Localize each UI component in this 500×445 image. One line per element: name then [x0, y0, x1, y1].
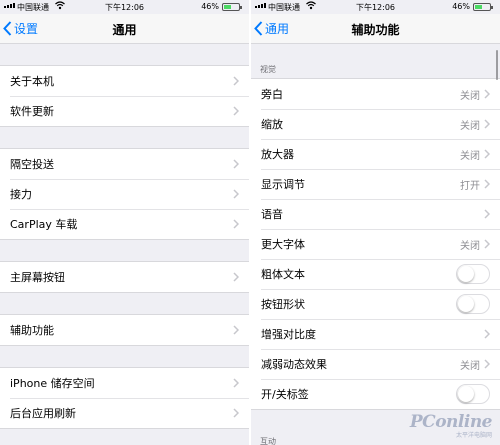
chevron-right-icon — [233, 219, 239, 229]
row-on-off-labels: 开/关标签 — [251, 379, 500, 409]
chevron-right-icon — [484, 329, 490, 339]
row-label: 主屏幕按钮 — [10, 271, 65, 284]
chevron-right-icon — [233, 408, 239, 418]
chevron-right-icon — [233, 325, 239, 335]
row-magnifier[interactable]: 放大器 关闭 — [251, 139, 500, 169]
chevron-right-icon — [484, 119, 490, 129]
row-label: 隔空投送 — [10, 158, 54, 171]
row-value: 关闭 — [460, 360, 480, 372]
status-bar: 中国联通 下午12:06 46% — [251, 0, 500, 14]
row-label: 关于本机 — [10, 75, 54, 88]
row-label: 辅助功能 — [10, 324, 54, 337]
row-value: 打开 — [460, 180, 480, 192]
row-speech[interactable]: 语音 — [251, 199, 500, 229]
chevron-right-icon — [484, 149, 490, 159]
row-label: 粗体文本 — [261, 268, 305, 281]
battery-percent: 46% — [201, 2, 219, 11]
button-shapes-toggle[interactable] — [456, 294, 490, 314]
chevron-right-icon — [233, 159, 239, 169]
row-software-update[interactable]: 软件更新 — [0, 96, 249, 126]
row-increase-contrast[interactable]: 增强对比度 — [251, 319, 500, 349]
chevron-right-icon — [233, 76, 239, 86]
page-title: 通用 — [112, 23, 137, 37]
settings-group-storage: iPhone 储存空间 后台应用刷新 — [0, 367, 249, 429]
row-label: iPhone 储存空间 — [10, 377, 95, 390]
row-label: 更大字体 — [261, 238, 305, 251]
toggle-knob — [458, 296, 474, 312]
row-label: 旁白 — [261, 88, 283, 101]
row-value: 关闭 — [460, 240, 480, 252]
row-larger-text[interactable]: 更大字体 关闭 — [251, 229, 500, 259]
row-label: 放大器 — [261, 148, 294, 161]
row-zoom[interactable]: 缩放 关闭 — [251, 109, 500, 139]
chevron-right-icon — [233, 378, 239, 388]
row-bold-text: 粗体文本 — [251, 259, 500, 289]
chevron-right-icon — [484, 179, 490, 189]
row-label: 按钮形状 — [261, 298, 305, 311]
row-home-button[interactable]: 主屏幕按钮 — [0, 262, 249, 292]
row-label: 接力 — [10, 188, 32, 201]
chevron-right-icon — [233, 272, 239, 282]
row-value: 关闭 — [460, 90, 480, 102]
row-accessibility[interactable]: 辅助功能 — [0, 315, 249, 345]
nav-bar: 设置 通用 — [0, 14, 249, 44]
row-voiceover[interactable]: 旁白 关闭 — [251, 79, 500, 109]
row-background-refresh[interactable]: 后台应用刷新 — [0, 398, 249, 428]
row-iphone-storage[interactable]: iPhone 储存空间 — [0, 368, 249, 398]
row-display-accommodations[interactable]: 显示调节 打开 — [251, 169, 500, 199]
row-about[interactable]: 关于本机 — [0, 66, 249, 96]
settings-group-about: 关于本机 软件更新 — [0, 65, 249, 127]
scroll-indicator[interactable] — [496, 50, 498, 80]
accessibility-list: 旁白 关闭 缩放 关闭 放大器 关闭 显示调节 打开 语音 更大字体 关闭 粗体文本 按钮… — [251, 78, 500, 410]
battery-percent: 46% — [452, 2, 470, 11]
status-bar: 中国联通 下午12:06 46% — [0, 0, 249, 14]
on-off-labels-toggle[interactable] — [456, 384, 490, 404]
page-title: 辅助功能 — [351, 23, 400, 37]
section-header-vision: 视觉 — [260, 65, 276, 74]
settings-group-airdrop: 隔空投送 接力 CarPlay 车载 — [0, 148, 249, 240]
settings-group-accessibility: 辅助功能 — [0, 314, 249, 346]
chevron-right-icon — [484, 209, 490, 219]
row-label: 减弱动态效果 — [261, 358, 327, 371]
row-value: 关闭 — [460, 120, 480, 132]
battery-icon — [473, 3, 493, 11]
toggle-knob — [458, 266, 474, 282]
watermark-logo-text: PConline — [409, 412, 493, 432]
chevron-right-icon — [484, 359, 490, 369]
row-label: 软件更新 — [10, 105, 54, 118]
row-label: 缩放 — [261, 118, 283, 131]
row-label: 语音 — [261, 208, 283, 221]
row-carplay[interactable]: CarPlay 车载 — [0, 209, 249, 239]
row-value: 关闭 — [460, 150, 480, 162]
row-label: 增强对比度 — [261, 328, 316, 341]
row-handoff[interactable]: 接力 — [0, 179, 249, 209]
row-reduce-motion[interactable]: 减弱动态效果 关闭 — [251, 349, 500, 379]
section-header-interaction: 互动 — [260, 437, 276, 445]
bold-text-toggle[interactable] — [456, 264, 490, 284]
chevron-right-icon — [484, 89, 490, 99]
accessibility-screen: 中国联通 下午12:06 46% 通用 辅助功能 视觉 旁白 关闭 缩放 关闭 放大… — [251, 0, 500, 445]
row-label: 后台应用刷新 — [10, 407, 76, 420]
pconline-watermark: PConline 太平洋电脑网 — [409, 412, 493, 439]
row-label: 开/关标签 — [261, 388, 309, 401]
battery-icon — [222, 3, 242, 11]
row-label: CarPlay 车载 — [10, 218, 78, 231]
toggle-knob — [458, 386, 474, 402]
chevron-right-icon — [233, 106, 239, 116]
nav-bar: 通用 辅助功能 — [251, 14, 500, 44]
row-airdrop[interactable]: 隔空投送 — [0, 149, 249, 179]
settings-group-home-button: 主屏幕按钮 — [0, 261, 249, 293]
general-settings-screen: 中国联通 下午12:06 46% 设置 通用 关于本机 软件更新 隔空投送 接力… — [0, 0, 249, 445]
row-label: 显示调节 — [261, 178, 305, 191]
chevron-right-icon — [484, 239, 490, 249]
chevron-right-icon — [233, 189, 239, 199]
row-button-shapes: 按钮形状 — [251, 289, 500, 319]
